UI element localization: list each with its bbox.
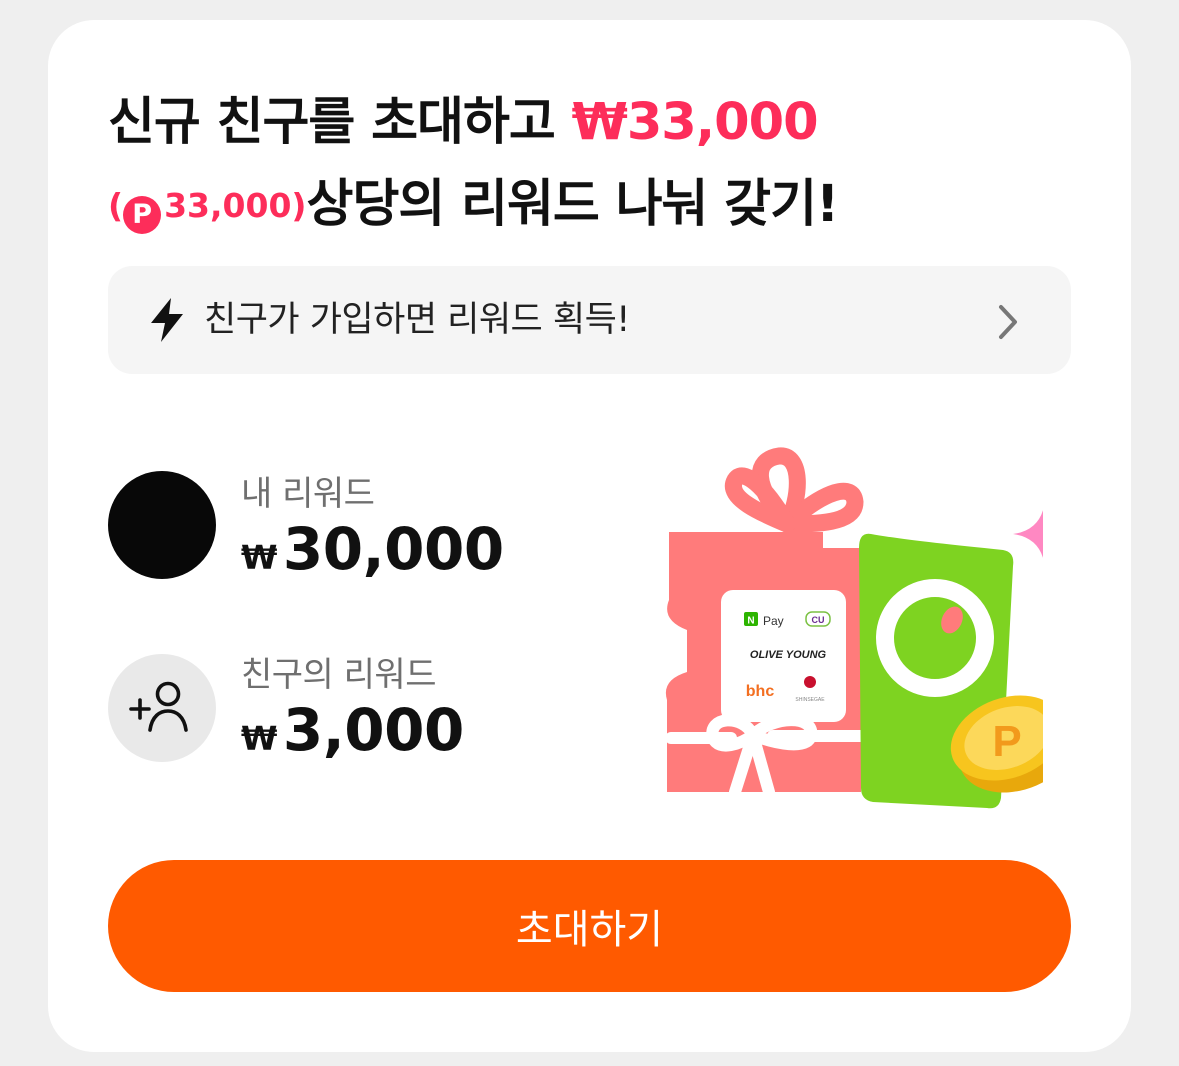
friend-avatar xyxy=(108,654,216,762)
svg-text:CU: CU xyxy=(812,615,825,625)
headline-part2: 상당의 리워드 나눠 갖기! xyxy=(306,175,840,234)
lightning-bolt-icon xyxy=(148,297,186,347)
svg-text:N: N xyxy=(747,616,754,627)
reward-info-banner[interactable]: 친구가 가입하면 리워드 획득! xyxy=(108,266,1071,374)
point-icon: P xyxy=(123,196,162,234)
invite-button[interactable]: 초대하기 xyxy=(108,860,1071,992)
sparkle-icon xyxy=(1013,509,1043,559)
gift-illustration: N Pay CU OLIVE YOUNG bhc SHINSEGAE P xyxy=(665,447,1043,809)
chevron-right-icon xyxy=(997,304,1019,344)
shinsegae-logo xyxy=(804,676,816,688)
my-reward-label: 내 리워드 xyxy=(241,474,375,514)
gift-bow xyxy=(724,447,864,533)
headline-amount: ₩33,000 xyxy=(571,93,819,152)
invite-card: 신규 친구를 초대하고 ₩33,000 (P 33,000)상당의 리워드 나눠 갖… xyxy=(48,20,1131,1052)
svg-text:P: P xyxy=(992,717,1021,766)
svg-text:OLIVE YOUNG: OLIVE YOUNG xyxy=(750,649,827,661)
banner-text: 친구가 가입하면 리워드 획득! xyxy=(204,300,630,340)
page-title: 신규 친구를 초대하고 ₩33,000 (P 33,000)상당의 리워드 나눠 갖… xyxy=(108,82,840,247)
avatar xyxy=(108,471,216,579)
svg-text:bhc: bhc xyxy=(746,683,775,700)
headline-part1: 신규 친구를 초대하고 xyxy=(108,93,572,152)
svg-text:Pay: Pay xyxy=(763,614,784,628)
add-user-icon xyxy=(129,681,188,732)
point-amount: (P 33,000) xyxy=(108,186,307,234)
svg-text:SHINSEGAE: SHINSEGAE xyxy=(795,697,825,703)
friend-reward-label: 친구의 리워드 xyxy=(241,655,437,695)
my-reward-amount: ₩30,000 xyxy=(241,515,504,583)
friend-reward-amount: ₩3,000 xyxy=(241,696,464,764)
